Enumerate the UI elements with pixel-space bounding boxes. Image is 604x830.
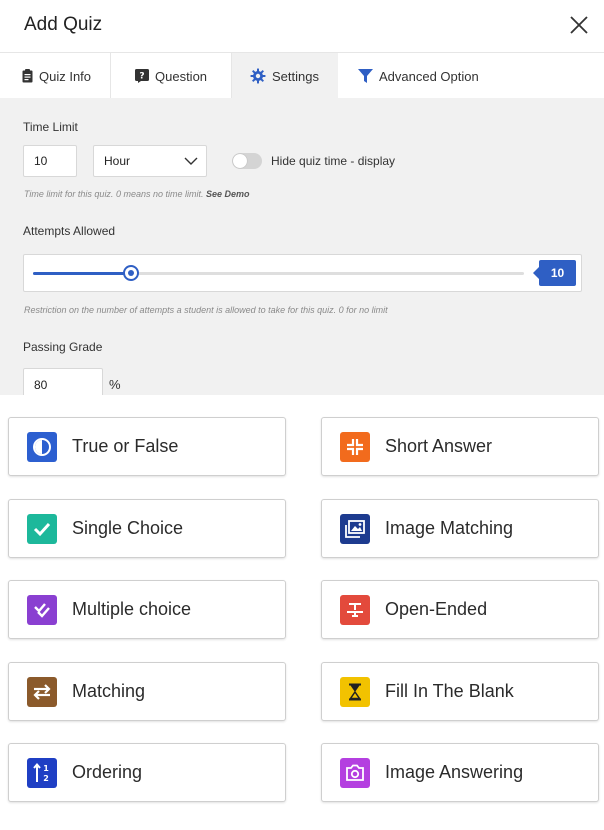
half-circle-icon: [27, 431, 57, 462]
question-type-label: Ordering: [72, 762, 143, 782]
time-limit-help: Time limit for this quiz. 0 means no tim…: [24, 189, 250, 199]
tab-bar: Quiz Info ? Question Settings Advanced O…: [0, 52, 604, 99]
image-icon: [340, 513, 370, 544]
question-type-label: True or False: [72, 436, 179, 456]
filter-icon: [358, 68, 373, 84]
question-type-single-choice[interactable]: Single Choice: [8, 499, 286, 558]
chevron-down-icon: [184, 157, 198, 165]
check-icon: [27, 513, 57, 544]
question-type-label: Short Answer: [385, 436, 493, 456]
tab-quiz-info[interactable]: Quiz Info: [0, 53, 111, 99]
text-icon: [340, 594, 370, 625]
question-type-label: Single Choice: [72, 518, 184, 538]
close-icon[interactable]: [568, 14, 590, 36]
clipboard-icon: [22, 69, 33, 83]
double-check-icon: [27, 594, 57, 625]
slider-track[interactable]: [33, 265, 524, 281]
sort-icon: 12: [27, 757, 57, 788]
slider-fill: [33, 272, 132, 275]
modal-header: Add Quiz: [0, 0, 604, 52]
question-type-short-answer[interactable]: Short Answer: [321, 417, 599, 476]
question-type-label: Fill In The Blank: [385, 681, 514, 701]
passing-grade-input[interactable]: 80: [23, 368, 103, 395]
tab-label: Advanced Option: [379, 68, 479, 84]
question-type-multiple-choice[interactable]: Multiple choice: [8, 580, 286, 639]
question-type-ordering[interactable]: 12 Ordering: [8, 743, 286, 802]
question-type-grid: True or False Short Answer Single Choice…: [0, 395, 604, 830]
slider-thumb[interactable]: [123, 265, 140, 281]
question-type-label: Multiple choice: [72, 599, 192, 619]
tab-advanced-option[interactable]: Advanced Option: [338, 53, 604, 99]
question-icon: ?: [135, 69, 149, 83]
svg-text:2: 2: [43, 774, 49, 783]
attempts-label: Attempts Allowed: [23, 224, 116, 238]
tab-label: Question: [155, 68, 208, 84]
question-type-fill-in-the-blank[interactable]: Fill In The Blank: [321, 662, 599, 721]
see-demo-link[interactable]: See Demo: [206, 189, 250, 199]
hide-quiz-time-label: Hide quiz time - display: [271, 154, 396, 168]
hide-quiz-time-toggle[interactable]: [232, 153, 262, 169]
svg-text:1: 1: [43, 764, 49, 773]
percent-sign: %: [109, 377, 121, 392]
time-limit-label: Time Limit: [23, 120, 78, 134]
time-unit-select[interactable]: Hour: [93, 145, 207, 177]
question-type-matching[interactable]: Matching: [8, 662, 286, 721]
time-unit-value: Hour: [104, 154, 131, 168]
settings-panel: Time Limit 10 Hour Hide quiz time - disp…: [0, 98, 604, 395]
question-type-true-or-false[interactable]: True or False: [8, 417, 286, 476]
question-type-label: Image Answering: [385, 762, 524, 782]
hourglass-icon: [340, 676, 370, 707]
question-type-image-matching[interactable]: Image Matching: [321, 499, 599, 558]
tab-question[interactable]: ? Question: [111, 53, 232, 99]
tab-settings[interactable]: Settings: [232, 53, 338, 99]
attempts-value-badge: 10: [533, 260, 576, 286]
question-type-label: Open-Ended: [385, 599, 488, 619]
question-type-label: Image Matching: [385, 518, 514, 538]
compress-icon: [340, 431, 370, 462]
time-limit-input[interactable]: 10: [23, 145, 77, 177]
svg-text:?: ?: [139, 72, 144, 82]
swap-icon: [27, 676, 57, 707]
attempts-slider: 10: [23, 254, 582, 292]
question-type-label: Matching: [72, 681, 146, 701]
tab-label: Settings: [272, 68, 319, 84]
question-type-open-ended[interactable]: Open-Ended: [321, 580, 599, 639]
tab-label: Quiz Info: [39, 68, 92, 84]
gear-icon: [250, 68, 266, 84]
passing-grade-label: Passing Grade: [23, 340, 103, 354]
camera-icon: [340, 757, 370, 788]
modal-title: Add Quiz: [24, 14, 103, 35]
question-type-image-answering[interactable]: Image Answering: [321, 743, 599, 802]
attempts-help: Restriction on the number of attempts a …: [24, 305, 388, 315]
